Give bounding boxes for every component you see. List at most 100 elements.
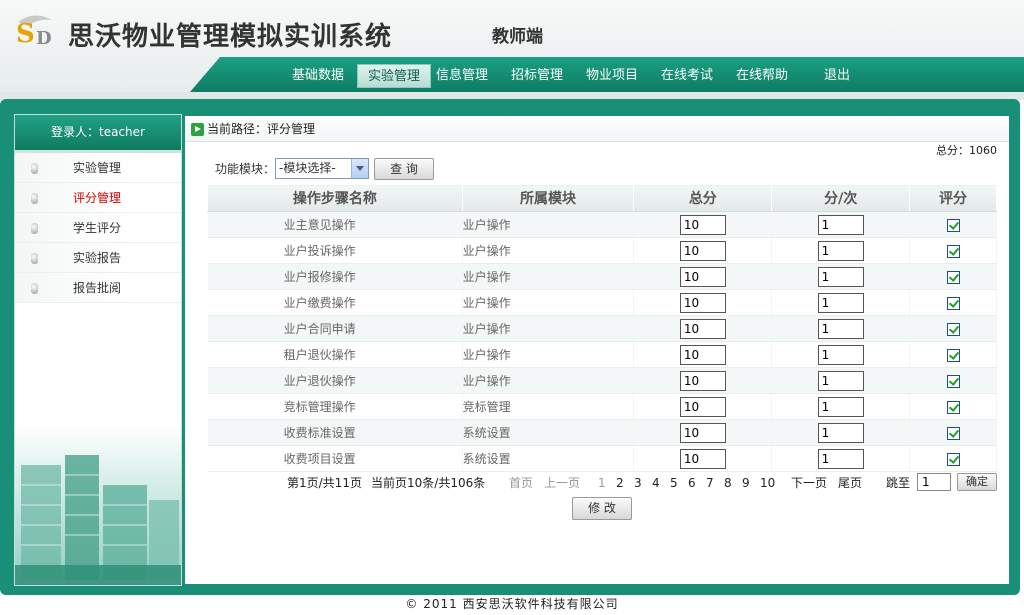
score-checkbox[interactable]: [946, 296, 960, 310]
score-checkbox[interactable]: [946, 452, 960, 466]
total-cell: [633, 289, 773, 316]
nav-item-8[interactable]: 退出: [807, 64, 867, 88]
svg-text:D: D: [36, 28, 52, 48]
per-score-input[interactable]: [817, 292, 864, 313]
score-checkbox[interactable]: [946, 244, 960, 258]
total-score-input[interactable]: [679, 448, 726, 469]
per-score-input[interactable]: [817, 448, 864, 469]
next-page-link[interactable]: 下一页: [791, 472, 827, 494]
chevron-down-icon[interactable]: [351, 159, 368, 178]
nav-item-5[interactable]: 物业项目: [582, 64, 642, 88]
total-cell: [633, 341, 773, 368]
sidebar-item-2[interactable]: 评分管理: [15, 183, 181, 213]
per-score-input[interactable]: [817, 370, 864, 391]
total-score-input[interactable]: [679, 240, 726, 261]
page-number-link[interactable]: 10: [760, 472, 775, 494]
per-score-input[interactable]: [817, 318, 864, 339]
per-score-input[interactable]: [817, 214, 864, 235]
page-number-link[interactable]: 2: [616, 472, 624, 494]
total-cell: [633, 263, 773, 290]
main-navbar: 基础数据 实验管理 信息管理 招标管理 物业项目 在线考试 在线帮助 退出: [190, 57, 1024, 92]
sidebar-item-4[interactable]: 实验报告: [15, 243, 181, 273]
pagination: 第1页/共11页 当前页10条/共106条 首页 上一页 1 2 3 4 5 6 7 8 9 10…: [185, 472, 1009, 494]
total-score-input[interactable]: [679, 422, 726, 443]
table-row: 收费标准设置 系统设置: [207, 419, 997, 446]
total-score-input[interactable]: [679, 266, 726, 287]
sidebar-item-1[interactable]: 实验管理: [15, 153, 181, 183]
role-label: 教师端: [492, 27, 543, 47]
per-cell: [771, 315, 911, 342]
page-number-link[interactable]: 8: [724, 472, 732, 494]
per-score-input[interactable]: [817, 396, 864, 417]
total-score-input[interactable]: [679, 370, 726, 391]
modify-button[interactable]: 修 改: [572, 497, 632, 520]
table-row: 业户投诉操作 业户操作: [207, 237, 997, 264]
score-cell: [909, 211, 997, 238]
module-cell: 业户操作: [462, 341, 635, 368]
step-name-cell: 业户缴费操作: [207, 289, 463, 316]
page-number-link[interactable]: 4: [652, 472, 660, 494]
nav-item-6[interactable]: 在线考试: [657, 64, 717, 88]
per-score-input[interactable]: [817, 422, 864, 443]
page-number-link[interactable]: 5: [670, 472, 678, 494]
module-cell: 业户操作: [462, 289, 635, 316]
table-row: 业户退伙操作 业户操作: [207, 367, 997, 394]
last-page-link[interactable]: 尾页: [838, 472, 862, 494]
column-header-total: 总分: [633, 184, 773, 212]
total-cell: [633, 419, 773, 446]
table-row: 业户缴费操作 业户操作: [207, 289, 997, 316]
score-checkbox[interactable]: [946, 400, 960, 414]
nav-item-1[interactable]: 基础数据: [288, 64, 348, 88]
sidebar-item-5[interactable]: 报告批阅: [15, 273, 181, 303]
prev-page-link[interactable]: 上一页: [544, 472, 580, 494]
sidebar-item-label: 实验报告: [73, 251, 122, 265]
header: S D 思沃物业管理模拟实训系统 教师端 基础数据 实验管理 信息管理 招标管理 物业项…: [0, 0, 1024, 92]
sidebar-item-label: 评分管理: [73, 191, 122, 205]
table-row: 业户合同申请 业户操作: [207, 315, 997, 342]
bullet-icon: [31, 253, 38, 264]
score-checkbox[interactable]: [946, 374, 960, 388]
svg-text:S: S: [16, 19, 35, 48]
score-cell: [909, 419, 997, 446]
filter-row: 功能模块： -模块选择- 查 询: [215, 158, 434, 180]
sidebar-item-3[interactable]: 学生评分: [15, 213, 181, 243]
score-cell: [909, 341, 997, 368]
total-score-input[interactable]: [679, 318, 726, 339]
nav-item-4[interactable]: 招标管理: [507, 64, 567, 88]
total-score-input[interactable]: [679, 292, 726, 313]
score-checkbox[interactable]: [946, 322, 960, 336]
page-number-link[interactable]: 3: [634, 472, 642, 494]
module-cell: 竞标管理: [462, 393, 635, 420]
per-cell: [771, 419, 911, 446]
jump-page-input[interactable]: [917, 473, 951, 491]
total-cell: [633, 211, 773, 238]
score-checkbox[interactable]: [946, 270, 960, 284]
nav-item-7[interactable]: 在线帮助: [732, 64, 792, 88]
nav-item-2[interactable]: 实验管理: [357, 64, 431, 88]
total-cell: [633, 393, 773, 420]
per-score-input[interactable]: [817, 344, 864, 365]
page-number-link[interactable]: 1: [598, 472, 606, 494]
nav-item-3[interactable]: 信息管理: [432, 64, 492, 88]
query-button[interactable]: 查 询: [374, 158, 434, 180]
score-cell: [909, 263, 997, 290]
sidebar-menu: 实验管理评分管理学生评分实验报告报告批阅: [15, 153, 181, 303]
page-number-link[interactable]: 9: [742, 472, 750, 494]
column-header-module: 所属模块: [461, 184, 635, 212]
page-number-list: 1 2 3 4 5 6 7 8 9 10: [598, 472, 778, 494]
step-name-cell: 业户合同申请: [207, 315, 463, 342]
confirm-jump-button[interactable]: 确定: [957, 473, 997, 491]
total-score-input[interactable]: [679, 344, 726, 365]
total-score-input[interactable]: [679, 214, 726, 235]
per-score-input[interactable]: [817, 240, 864, 261]
page-number-link[interactable]: 6: [688, 472, 696, 494]
page-number-link[interactable]: 7: [706, 472, 714, 494]
total-score-input[interactable]: [679, 396, 726, 417]
module-cell: 业户操作: [462, 211, 635, 238]
first-page-link[interactable]: 首页: [509, 472, 533, 494]
module-select[interactable]: -模块选择-: [275, 158, 369, 179]
score-checkbox[interactable]: [946, 426, 960, 440]
score-checkbox[interactable]: [946, 348, 960, 362]
score-checkbox[interactable]: [946, 218, 960, 232]
per-score-input[interactable]: [817, 266, 864, 287]
